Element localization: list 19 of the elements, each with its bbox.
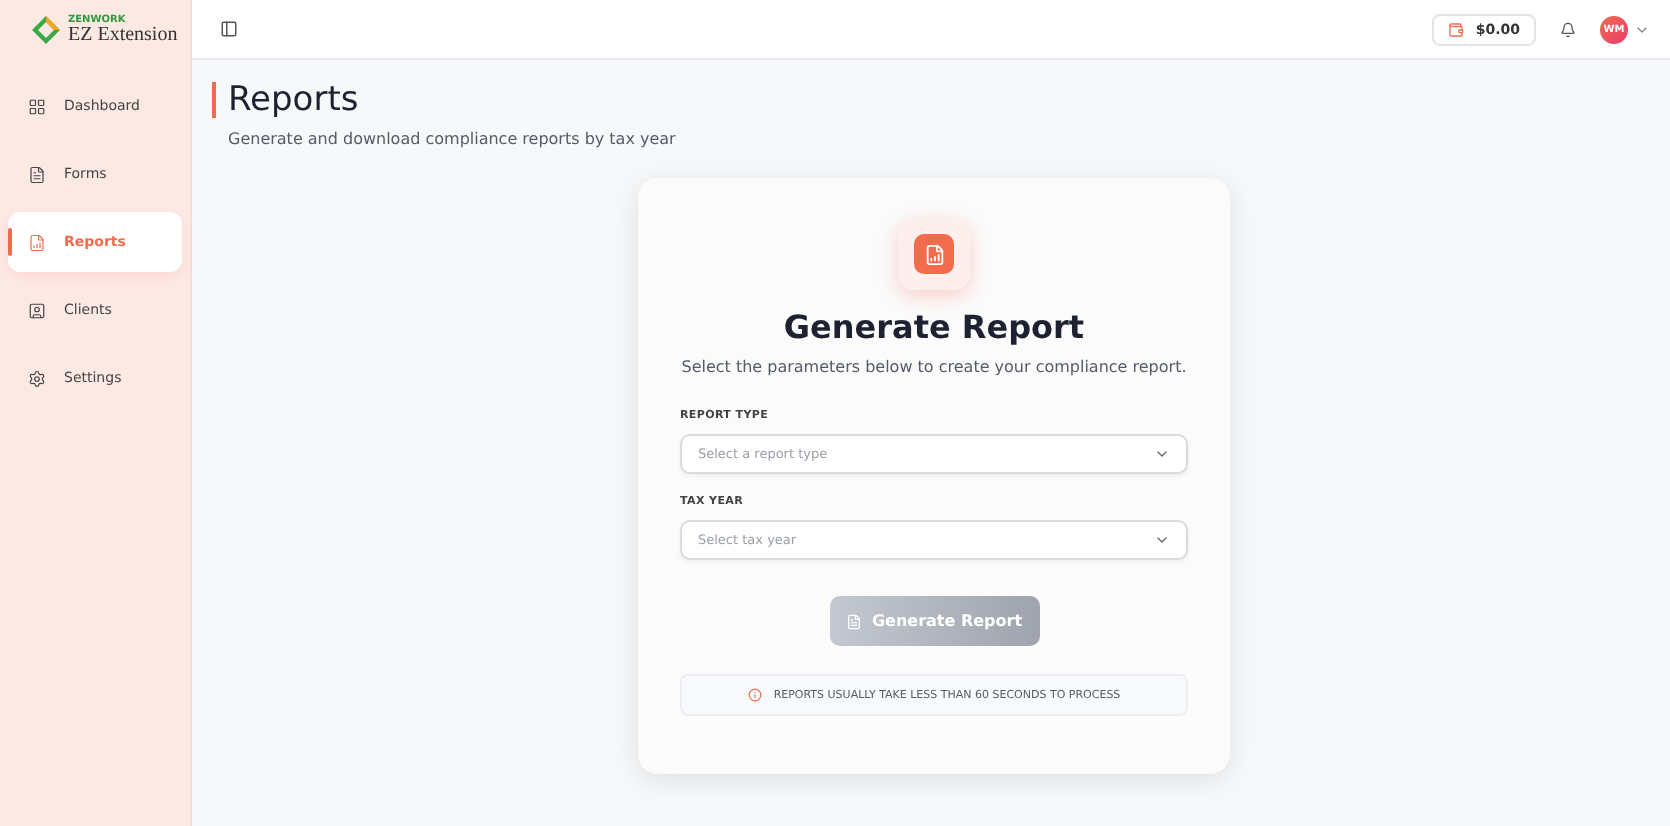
page-title: Reports	[212, 82, 1670, 118]
settings-icon	[28, 369, 46, 387]
logo-icon	[32, 16, 60, 44]
wallet-icon	[1447, 21, 1464, 37]
notification-icon[interactable]	[1560, 21, 1576, 37]
card-title: Generate Report	[783, 308, 1085, 346]
grid-icon	[28, 97, 46, 115]
document-icon	[845, 613, 862, 629]
report-icon	[898, 218, 970, 290]
document-icon	[28, 165, 46, 183]
info-icon	[747, 688, 762, 702]
chevron-down-icon	[1154, 446, 1170, 462]
chevron-down-icon	[1154, 532, 1170, 548]
person-icon	[28, 301, 46, 319]
page-subtitle: Generate and download compliance reports by tax year	[228, 130, 678, 148]
report-icon	[28, 233, 46, 251]
card-subtitle: Select the parameters below to create your compliance report.	[681, 358, 1187, 376]
brand-name: EZ Extension	[68, 25, 178, 45]
sidebar-toggle-icon[interactable]	[220, 20, 238, 38]
